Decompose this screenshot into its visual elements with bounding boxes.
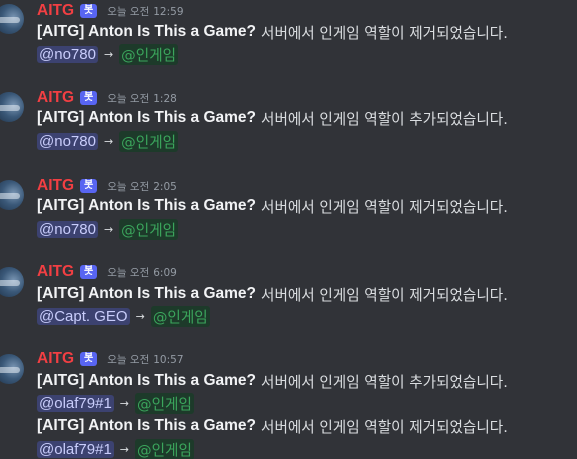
user-mention[interactable]: @no780 [37, 45, 98, 63]
timestamp-time: 2:05 [153, 180, 177, 193]
role-mention[interactable]: @인게임 [135, 392, 194, 414]
timestamp-time: 1:28 [153, 92, 177, 105]
author-name[interactable]: AITG [37, 177, 74, 195]
timestamp-time: 6:09 [153, 266, 177, 279]
mention-line: @no780 → @인게임 [37, 130, 179, 152]
game-name: [AITG] Anton Is This a Game? [37, 372, 257, 389]
timestamp[interactable]: 오늘 오전 6:09 [107, 265, 177, 280]
message-content: [AITG] Anton Is This a Game? 서버에서 인게임 역할… [37, 21, 508, 43]
mention-line: @olaf79#1 → @인게임 [37, 392, 194, 414]
message-group: AITG 봇 오늘 오전 2:05 [AITG] Anton Is This a … [0, 176, 577, 264]
timestamp[interactable]: 오늘 오전 10:57 [107, 352, 183, 367]
event-description: 서버에서 인게임 역할이 제거되었습니다. [261, 286, 508, 304]
timestamp-period: 오전 [129, 353, 150, 366]
role-mention[interactable]: @인게임 [119, 218, 179, 240]
game-name: [AITG] Anton Is This a Game? [37, 197, 257, 214]
message-header: AITG 봇 오늘 오전 10:57 [37, 350, 184, 368]
bot-avatar-icon[interactable] [0, 267, 24, 297]
user-mention[interactable]: @olaf79#1 [37, 440, 114, 458]
right-arrow-icon: → [103, 134, 114, 148]
bot-badge: 봇 [80, 352, 98, 366]
right-arrow-icon: → [103, 47, 114, 61]
event-description: 서버에서 인게임 역할이 제거되었습니다. [261, 418, 508, 436]
game-name: [AITG] Anton Is This a Game? [37, 23, 257, 40]
user-mention[interactable]: @no780 [37, 132, 98, 150]
bot-badge: 봇 [80, 179, 98, 193]
game-name: [AITG] Anton Is This a Game? [37, 285, 257, 302]
timestamp-period: 오전 [129, 266, 150, 279]
mention-line: @no780 → @인게임 [37, 218, 179, 240]
event-description: 서버에서 인게임 역할이 제거되었습니다. [261, 24, 508, 42]
message-group: AITG 봇 오늘 오전 1:28 [AITG] Anton Is This a … [0, 88, 577, 176]
bot-badge: 봇 [80, 4, 98, 18]
timestamp[interactable]: 오늘 오전 1:28 [107, 91, 177, 106]
timestamp-day: 오늘 [107, 92, 127, 105]
game-name: [AITG] Anton Is This a Game? [37, 417, 257, 434]
user-mention[interactable]: @Capt. GEO [37, 307, 130, 325]
bot-badge: 봇 [80, 91, 98, 105]
mention-line: @no780 → @인게임 [37, 43, 179, 65]
mention-line: @Capt. GEO → @인게임 [37, 305, 210, 327]
message-header: AITG 봇 오늘 오전 2:05 [37, 177, 177, 195]
timestamp-time: 12:59 [153, 5, 184, 18]
message-header: AITG 봇 오늘 오전 12:59 [37, 2, 184, 20]
bot-badge: 봇 [80, 265, 98, 279]
timestamp-day: 오늘 [107, 353, 127, 366]
timestamp-day: 오늘 [107, 5, 127, 18]
timestamp-period: 오전 [129, 180, 150, 193]
message-group: AITG 봇 오늘 오전 12:59 [AITG] Anton Is This a… [0, 0, 577, 88]
right-arrow-icon: → [135, 309, 145, 323]
timestamp[interactable]: 오늘 오전 12:59 [107, 4, 183, 19]
bot-avatar-icon[interactable] [0, 354, 24, 384]
event-description: 서버에서 인게임 역할이 추가되었습니다. [261, 373, 508, 391]
user-mention[interactable]: @no780 [37, 220, 98, 238]
event-description: 서버에서 인게임 역할이 제거되었습니다. [261, 198, 508, 216]
right-arrow-icon: → [119, 396, 129, 410]
message-content: [AITG] Anton Is This a Game? 서버에서 인게임 역할… [37, 195, 508, 217]
message-content: [AITG] Anton Is This a Game? 서버에서 인게임 역할… [37, 107, 508, 129]
message-group: AITG 봇 오늘 오전 10:57 [AITG] Anton Is This a… [0, 350, 577, 459]
right-arrow-icon: → [103, 222, 114, 236]
message-header: AITG 봇 오늘 오전 6:09 [37, 263, 177, 281]
timestamp-period: 오전 [129, 5, 150, 18]
user-mention[interactable]: @olaf79#1 [37, 394, 114, 412]
author-name[interactable]: AITG [37, 89, 74, 107]
event-description: 서버에서 인게임 역할이 추가되었습니다. [261, 110, 508, 128]
game-name: [AITG] Anton Is This a Game? [37, 109, 257, 126]
mention-line: @olaf79#1 → @인게임 [37, 438, 194, 459]
bot-avatar-icon[interactable] [0, 92, 24, 122]
role-mention[interactable]: @인게임 [119, 130, 179, 152]
author-name[interactable]: AITG [37, 263, 74, 281]
author-name[interactable]: AITG [37, 350, 74, 368]
message-feed: AITG 봇 오늘 오전 12:59 [AITG] Anton Is This a… [0, 0, 577, 459]
bot-avatar-icon[interactable] [0, 180, 24, 210]
right-arrow-icon: → [119, 442, 129, 456]
timestamp[interactable]: 오늘 오전 2:05 [107, 179, 177, 194]
author-name[interactable]: AITG [37, 2, 74, 20]
timestamp-period: 오전 [129, 92, 150, 105]
role-mention[interactable]: @인게임 [150, 305, 210, 327]
timestamp-day: 오늘 [107, 180, 127, 193]
message-header: AITG 봇 오늘 오전 1:28 [37, 89, 177, 107]
message-content: [AITG] Anton Is This a Game? 서버에서 인게임 역할… [37, 415, 508, 437]
role-mention[interactable]: @인게임 [119, 43, 179, 65]
bot-avatar-icon[interactable] [0, 4, 24, 34]
message-content: [AITG] Anton Is This a Game? 서버에서 인게임 역할… [37, 283, 508, 305]
timestamp-day: 오늘 [107, 266, 127, 279]
timestamp-time: 10:57 [153, 353, 184, 366]
message-content: [AITG] Anton Is This a Game? 서버에서 인게임 역할… [37, 370, 508, 392]
role-mention[interactable]: @인게임 [135, 438, 194, 459]
message-group: AITG 봇 오늘 오전 6:09 [AITG] Anton Is This a … [0, 263, 577, 350]
